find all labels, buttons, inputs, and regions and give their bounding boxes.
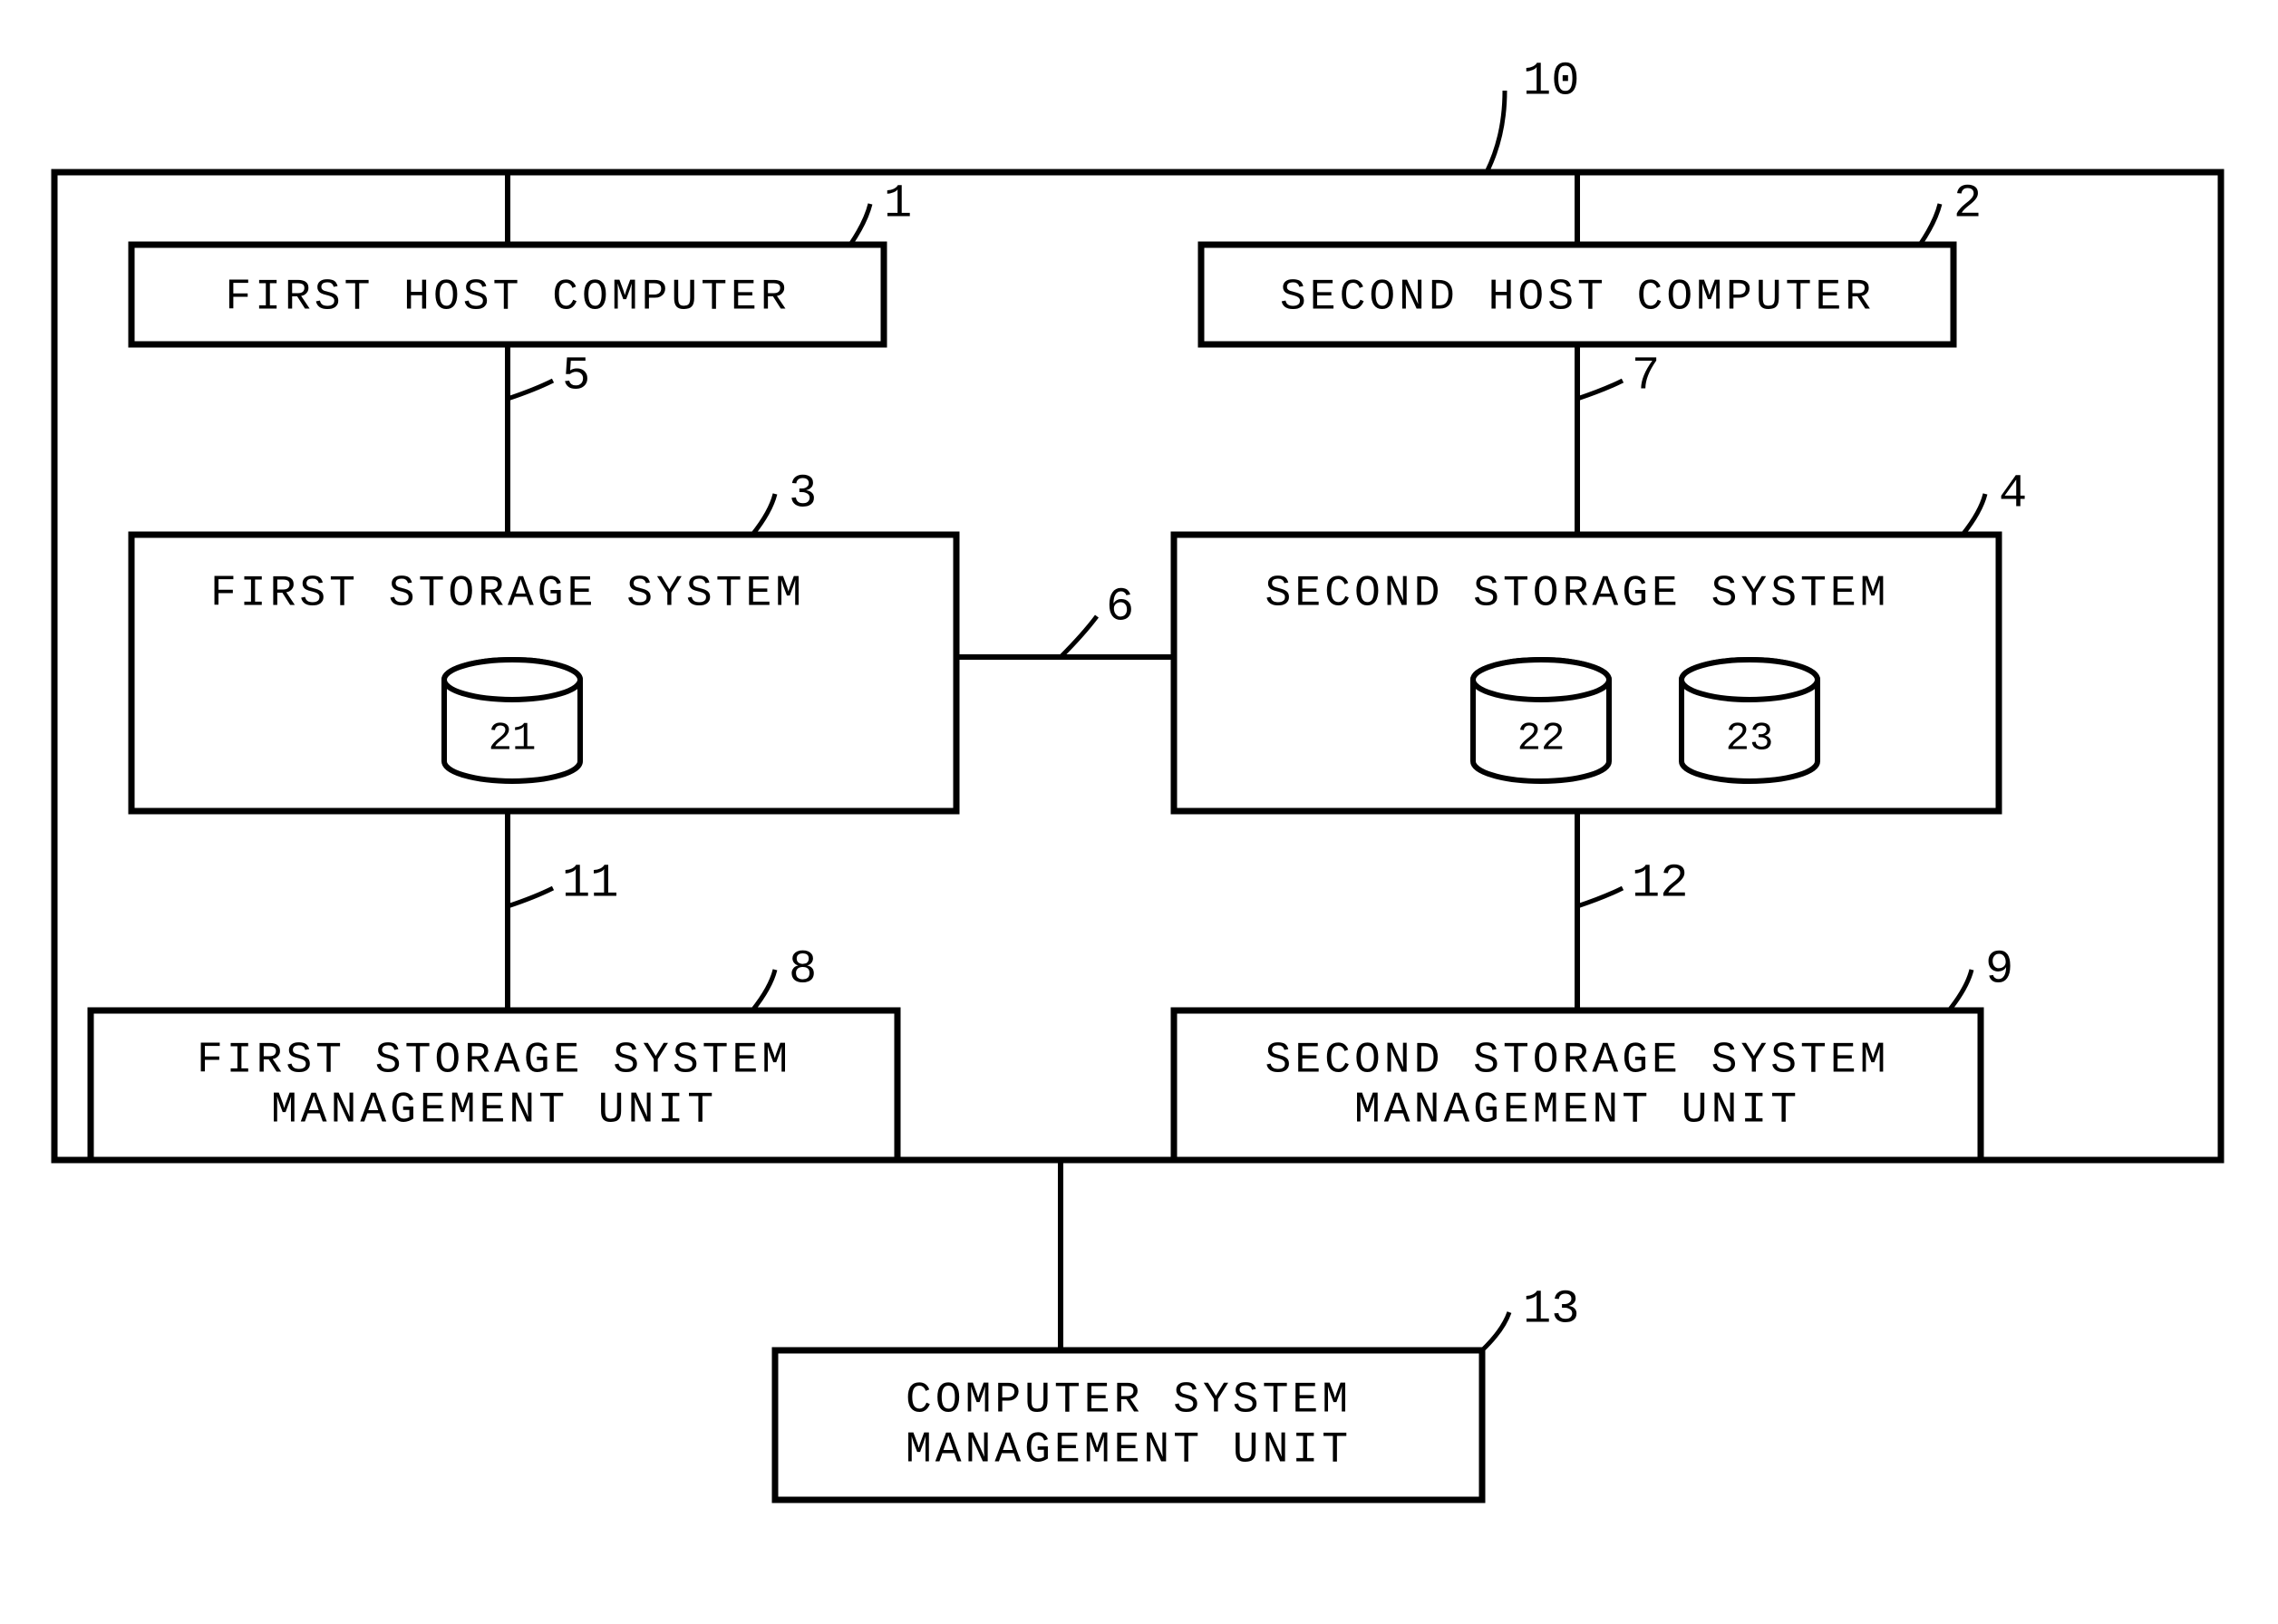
ref-13: 13 [1523, 1283, 1579, 1337]
host1-label: FIRST HOST COMPUTER [225, 274, 790, 323]
ref-10: 10 [1523, 55, 1579, 109]
csmu-label-l2: MANAGEMENT UNIT [906, 1426, 1352, 1475]
ref-23: 23 [1726, 717, 1774, 762]
ref-5: 5 [562, 350, 590, 403]
storage1-label: FIRST STORAGE SYSTEM [210, 570, 805, 619]
leader-10 [1487, 91, 1505, 172]
ref-6: 6 [1106, 581, 1134, 634]
ref-11: 11 [562, 857, 618, 911]
system-diagram: 10 5 7 6 11 12 FIRST HOST COMPUTER 1 SEC… [0, 0, 2278, 1624]
volume-22: 22 [1473, 660, 1609, 781]
storage2-label: SECOND STORAGE SYSTEM [1265, 570, 1890, 619]
volume-23: 23 [1682, 660, 1818, 781]
ref-4: 4 [1999, 468, 2027, 521]
ref-2: 2 [1953, 178, 1982, 231]
volume-21: 21 [444, 660, 580, 781]
ref-7: 7 [1632, 350, 1660, 403]
ref-22: 22 [1517, 717, 1566, 762]
mgmt2-label-l1: SECOND STORAGE SYSTEM [1265, 1037, 1890, 1086]
ref-8: 8 [789, 943, 817, 997]
ref-3: 3 [789, 468, 817, 521]
mgmt1-label-l1: FIRST STORAGE SYSTEM [197, 1037, 791, 1086]
mgmt1-label-l2: MANAGEMENT UNIT [271, 1087, 717, 1136]
ref-1: 1 [884, 178, 912, 231]
ref-12: 12 [1632, 857, 1688, 911]
ref-21: 21 [489, 717, 537, 762]
csmu-label-l1: COMPUTER SYSTEM [906, 1377, 1352, 1426]
mgmt2-label-l2: MANAGEMENT UNIT [1354, 1087, 1800, 1136]
leader-13 [1482, 1312, 1509, 1350]
ref-9: 9 [1985, 943, 2013, 997]
host2-label: SECOND HOST COMPUTER [1280, 274, 1875, 323]
